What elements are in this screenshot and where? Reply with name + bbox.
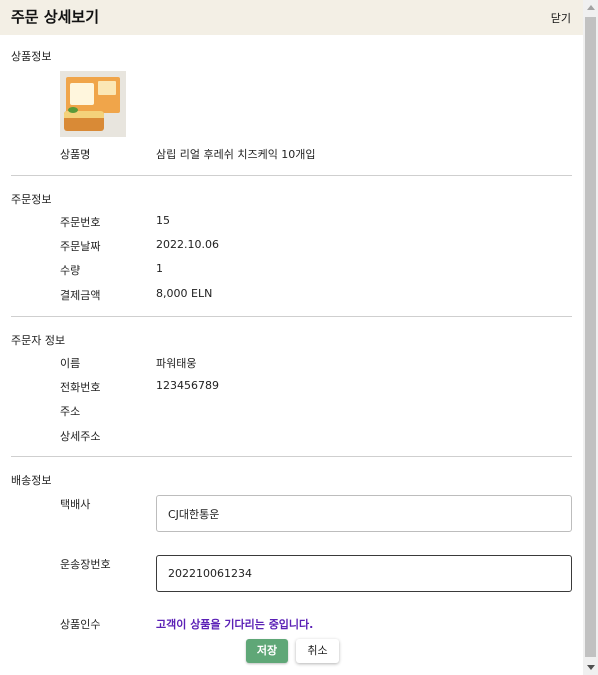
receipt-status-text: 고객이 상품을 기다리는 중입니다. [156,618,314,631]
orderer-section-title: 주문자 정보 [11,334,66,347]
product-section-title: 상품정보 [11,50,52,63]
scrollbar-thumb[interactable] [585,17,596,657]
modal-header: 주문 상세보기 닫기 [0,0,583,35]
detail-address-label: 상세주소 [60,430,101,443]
address-label: 주소 [60,405,81,418]
order-number-label: 주문번호 [60,216,101,229]
tracking-number-input[interactable] [156,555,572,592]
orderer-name-label: 이름 [60,357,81,370]
payment-amount-value: 8,000 ELN [156,287,213,300]
divider [11,456,572,457]
product-box-window [70,83,94,105]
order-section-title: 주문정보 [11,193,52,206]
modal-title: 주문 상세보기 [11,8,100,26]
receipt-label: 상품인수 [60,618,101,631]
courier-input[interactable] [156,495,572,532]
order-date-value: 2022.10.06 [156,238,219,251]
divider [11,316,572,317]
leaf-garnish-icon [68,107,78,113]
quantity-label: 수량 [60,264,81,277]
product-name-value: 삼립 리얼 후레쉬 치즈케익 10개입 [156,148,316,161]
save-button[interactable]: 저장 [246,639,288,663]
phone-value: 123456789 [156,379,219,392]
payment-amount-label: 결제금액 [60,289,101,302]
divider [11,175,572,176]
order-date-label: 주문날짜 [60,240,101,253]
phone-label: 전화번호 [60,381,101,394]
cancel-button[interactable]: 취소 [296,639,339,663]
courier-label: 택배사 [60,498,91,511]
product-box-label [98,81,116,95]
scroll-up-arrow-icon[interactable] [583,0,598,15]
quantity-value: 1 [156,262,163,275]
scroll-down-arrow-icon[interactable] [583,660,598,675]
shipping-section-title: 배송정보 [11,474,52,487]
scrollbar[interactable] [583,0,598,675]
orderer-name-value: 파워태웅 [156,357,197,370]
tracking-number-label: 운송장번호 [60,558,111,571]
product-name-label: 상품명 [60,148,91,161]
order-number-value: 15 [156,214,170,227]
product-image [60,71,126,137]
close-button[interactable]: 닫기 [551,10,571,26]
